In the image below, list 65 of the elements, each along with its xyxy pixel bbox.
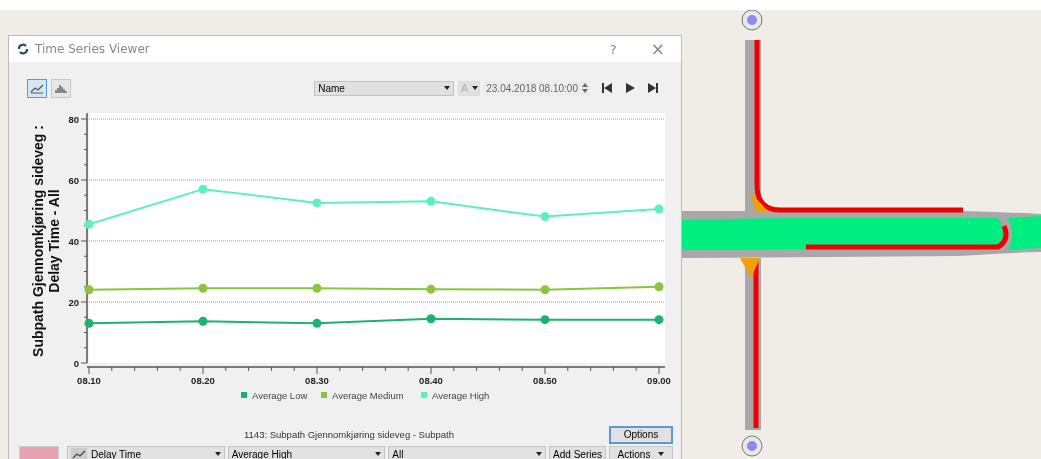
x-tick-label: 08.40 (419, 375, 443, 386)
data-point (198, 283, 208, 293)
play-icon[interactable] (624, 82, 636, 94)
legend-swatch (241, 392, 247, 398)
caret-icon (375, 452, 382, 456)
y-tick-label: 0 (73, 357, 79, 369)
data-point (198, 316, 208, 326)
caret-icon (471, 86, 478, 90)
data-point (540, 212, 550, 222)
filter-dropdown[interactable]: Average High (227, 446, 386, 459)
x-tick-label: 09.00 (647, 375, 671, 386)
data-point (84, 285, 94, 295)
y-tick-label: 20 (68, 296, 79, 308)
time-field[interactable]: 23.04.2018 08.10:00 (484, 80, 590, 96)
caret-icon (536, 452, 543, 456)
data-point (312, 318, 322, 328)
caret-icon (214, 452, 221, 456)
name-dropdown[interactable]: Name (314, 80, 455, 96)
color-swatch[interactable] (19, 446, 59, 459)
legend-label: Average High (432, 389, 490, 401)
filter-dropdown[interactable]: All (388, 446, 547, 459)
y-tick-label: 80 (68, 113, 79, 125)
caret-icon (444, 86, 451, 90)
bar-chart-icon (54, 82, 68, 94)
add-series-button[interactable]: Add Series (549, 446, 606, 459)
data-point (312, 283, 322, 293)
data-point (654, 315, 664, 325)
line-chart-icon (70, 448, 87, 459)
app-logo-icon (17, 43, 29, 55)
data-point (312, 198, 322, 208)
data-point (540, 285, 550, 295)
data-point (540, 315, 550, 325)
x-tick-label: 08.10 (77, 375, 101, 386)
bar-chart-button[interactable] (51, 78, 71, 98)
skip-forward-icon[interactable] (647, 82, 659, 94)
close-button[interactable]: × (642, 39, 673, 59)
attribute-dropdown[interactable]: Delay Time (66, 446, 225, 459)
data-point (426, 284, 436, 294)
legend-label: Average Medium (332, 389, 404, 401)
actions-button[interactable]: Actions (609, 446, 673, 459)
line-chart-button[interactable] (27, 78, 47, 98)
options-button[interactable]: Options (609, 425, 673, 444)
y-axis-title: Subpath Gjennomkjøring sideveg : Delay Time - All (30, 125, 62, 357)
window-title: Time Series Viewer (35, 42, 150, 56)
chart-caption: 1143: Subpath Gjennomkjøring sideveg - Subpath (243, 429, 455, 440)
y-tick-label: 60 (68, 174, 79, 186)
skip-back-icon[interactable] (601, 82, 613, 94)
x-tick-label: 08.30 (305, 375, 329, 386)
data-point (426, 314, 436, 324)
x-tick-label: 08.50 (533, 375, 557, 386)
caret-icon (658, 452, 665, 456)
data-point (84, 318, 94, 328)
data-point (84, 219, 94, 229)
y-tick-label: 40 (68, 235, 79, 247)
help-button[interactable]: ? (601, 41, 625, 57)
data-point (654, 282, 664, 292)
spinner-arrows-icon[interactable] (582, 83, 588, 93)
x-tick-label: 08.20 (191, 375, 215, 386)
data-point (654, 204, 664, 214)
line-chart-icon (30, 82, 44, 94)
legend-swatch (421, 392, 427, 398)
legend-label: Average Low (252, 389, 308, 401)
data-point (426, 196, 436, 206)
data-point (198, 184, 208, 194)
legend-swatch (321, 392, 327, 398)
